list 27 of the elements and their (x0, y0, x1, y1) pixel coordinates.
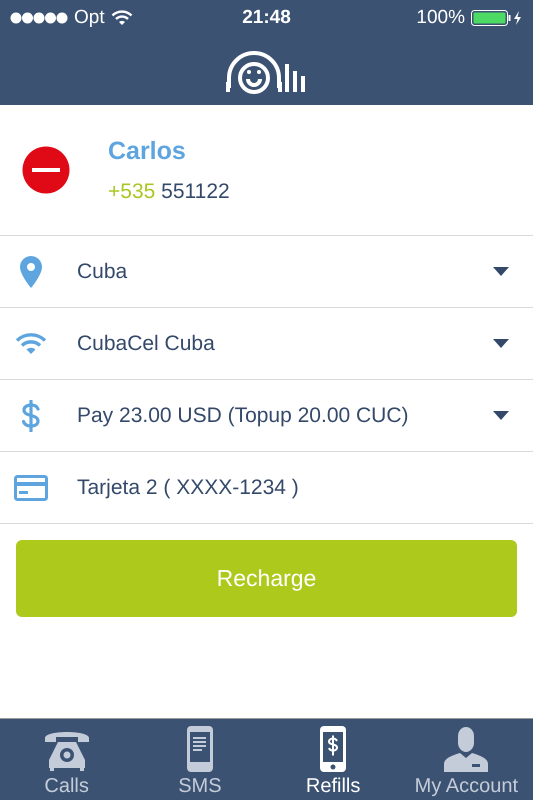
remove-icon[interactable] (22, 146, 70, 194)
tab[interactable]: My Account (400, 719, 533, 800)
tab[interactable]: Calls (0, 719, 134, 800)
tab[interactable]: SMS (133, 719, 266, 800)
clock-time: 21:48 (242, 7, 291, 29)
battery-percentage: 100% (416, 7, 465, 29)
option-value[interactable]: Pay 23.00 USD (Topup 20.00 CUC) (77, 404, 493, 428)
battery-charging-icon (470, 10, 523, 26)
signal-icon (10, 12, 68, 24)
phone-number: +535 551122 (108, 180, 230, 204)
person-icon (444, 726, 488, 772)
map-pin-icon (20, 256, 42, 288)
option-value[interactable]: CubaCel Cuba (77, 332, 493, 356)
dropdown-caret-icon[interactable] (493, 266, 509, 276)
option-value[interactable]: Tarjeta 2 ( XXXX-1234 ) (77, 476, 533, 500)
tab[interactable]: Refills (266, 719, 400, 800)
dollar-icon (21, 400, 41, 432)
dropdown-caret-icon[interactable] (493, 338, 509, 348)
wifi-icon (110, 10, 133, 26)
contact-name: Carlos (108, 136, 187, 166)
phone-dollar-icon (320, 726, 346, 772)
dropdown-caret-icon[interactable] (493, 410, 509, 420)
credit-card-icon (14, 474, 48, 500)
wifi-icon (15, 332, 47, 354)
phone-message-icon (186, 726, 213, 772)
option-value[interactable]: Cuba (77, 260, 493, 284)
carrier-name: Opt (74, 7, 105, 29)
